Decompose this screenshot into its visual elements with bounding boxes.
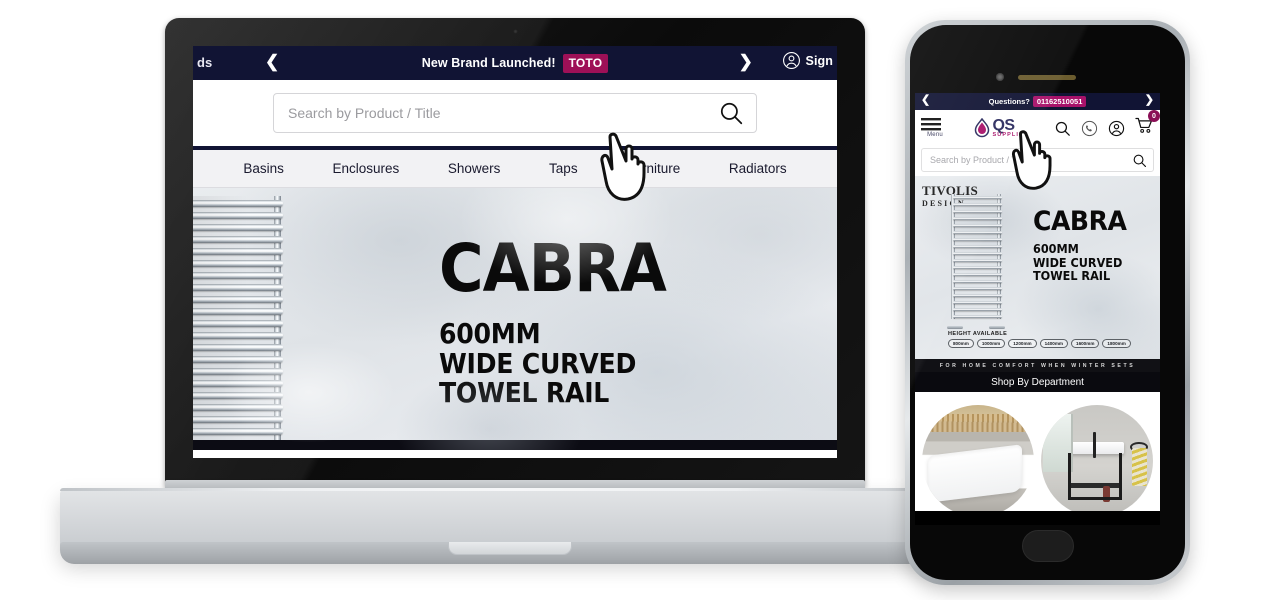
phone-body: ❮ Questions? 01162510051 ❯ Menu QS SUPPL…: [910, 25, 1185, 580]
towel-rail-product-image: [193, 196, 285, 447]
height-available-label: HEIGHT AVAILABLE: [948, 331, 1008, 337]
hand-pointer-cursor: [1010, 129, 1064, 200]
mobile-towel-rail-product-image: [947, 194, 1005, 329]
phone-device: ❮ Questions? 01162510051 ❯ Menu QS SUPPL…: [905, 20, 1190, 585]
hero-bottom-bar: [193, 440, 837, 450]
height-available-block: HEIGHT AVAILABLE 800mm 1000mm 1200mm 140…: [948, 331, 1131, 348]
desktop-main-nav: Basins Enclosures Showers Taps Furniture…: [193, 150, 837, 188]
hero-sub-line-1: 600MM: [439, 317, 541, 350]
mobile-menu-button[interactable]: Menu: [921, 118, 949, 138]
desktop-hero-banner[interactable]: CABRA 600MM WIDE CURVED TOWEL RAIL: [193, 188, 837, 450]
hamburger-menu-icon: [921, 118, 941, 131]
sign-in-label: Sign: [805, 53, 833, 68]
height-pill: 1800mm: [1102, 339, 1131, 348]
height-pill: 800mm: [948, 339, 974, 348]
mobile-promo-prev-arrow-icon[interactable]: ❮: [921, 95, 930, 106]
desktop-promo-bar: ds ❮ New Brand Launched! TOTO ❯ Sign: [193, 46, 837, 80]
hero-sub-line-3: TOWEL RAIL: [439, 376, 610, 410]
mobile-hero-sub-line-1: 600MM: [1033, 241, 1079, 256]
hero-tagline-strip: FOR HOME COMFORT WHEN WINTER SETS: [915, 359, 1160, 372]
nav-item-showers[interactable]: Showers: [448, 161, 501, 176]
promo-prev-arrow-icon[interactable]: ❮: [265, 53, 279, 70]
hero-title: CABRA: [439, 230, 667, 307]
mobile-hero-title: CABRA: [1033, 206, 1127, 237]
hero-text-block: CABRA 600MM WIDE CURVED TOWEL RAIL: [439, 236, 686, 408]
nav-item-radiators[interactable]: Radiators: [729, 161, 787, 176]
laptop-device: ds ❮ New Brand Launched! TOTO ❯ Sign Sea…: [60, 18, 960, 578]
search-icon[interactable]: [1132, 153, 1147, 168]
mobile-hero-sub-line-3: TOWEL RAIL: [1033, 268, 1111, 283]
mobile-menu-label: Menu: [927, 132, 943, 138]
department-card-washstand[interactable]: [1041, 399, 1155, 525]
mobile-promo-next-arrow-icon[interactable]: ❯: [1145, 95, 1154, 106]
screenshot-stage: ds ❮ New Brand Launched! TOTO ❯ Sign Sea…: [0, 0, 1280, 600]
account-sign-in[interactable]: Sign: [782, 51, 833, 70]
search-input[interactable]: Search by Product / Title: [273, 93, 757, 133]
webcam-icon: [512, 29, 518, 34]
hero-subtitle: 600MM WIDE CURVED TOWEL RAIL: [439, 319, 661, 408]
mobile-hero-text-block: CABRA 600MM WIDE CURVED TOWEL RAIL: [1033, 208, 1133, 283]
shop-by-department-heading: Shop By Department: [915, 372, 1160, 392]
bathtub-photo: [921, 405, 1034, 517]
qs-droplet-logo-icon: [975, 118, 990, 138]
department-card-grid: [915, 392, 1160, 525]
search-icon[interactable]: [718, 100, 744, 126]
mobile-header-icons: 0: [1054, 110, 1160, 139]
department-card-bathtub[interactable]: [921, 399, 1035, 525]
mobile-questions-label: Questions?: [988, 97, 1030, 106]
promo-brand-badge[interactable]: TOTO: [562, 53, 609, 73]
washstand-vanity-photo: [1041, 405, 1154, 517]
mobile-hero-banner[interactable]: TIVOLIS DESIGN CABRA 600MM WIDE CURVED T…: [915, 176, 1160, 372]
mobile-phone-number[interactable]: 01162510051: [1032, 96, 1087, 107]
desktop-search-row: Search by Product / Title: [193, 80, 837, 146]
phone-screen: ❮ Questions? 01162510051 ❯ Menu QS SUPPL…: [915, 93, 1160, 525]
mobile-promo-bar: ❮ Questions? 01162510051 ❯: [915, 93, 1160, 110]
height-pill: 1000mm: [976, 339, 1006, 348]
promo-message: New Brand Launched!: [421, 56, 556, 70]
user-circle-icon: [782, 52, 800, 69]
laptop-lid: ds ❮ New Brand Launched! TOTO ❯ Sign Sea…: [165, 18, 865, 488]
user-circle-icon[interactable]: [1108, 120, 1125, 137]
nav-item-taps[interactable]: Taps: [549, 161, 578, 176]
front-camera-icon: [996, 73, 1004, 81]
search-placeholder-text: Search by Product / Title: [288, 105, 441, 121]
hand-pointer-cursor: [598, 131, 660, 212]
mobile-cart-button[interactable]: 0: [1135, 110, 1160, 139]
phone-icon[interactable]: [1081, 120, 1098, 137]
laptop-open-notch: [448, 542, 572, 555]
mobile-hero-subtitle: 600MM WIDE CURVED TOWEL RAIL: [1033, 242, 1123, 283]
laptop-screen: ds ❮ New Brand Launched! TOTO ❯ Sign Sea…: [193, 46, 837, 458]
promo-left-cut-text: ds: [197, 55, 213, 70]
rail-shadow: [193, 196, 285, 444]
height-pill: 1600mm: [1071, 339, 1100, 348]
cart-count-badge: 0: [1147, 110, 1160, 122]
mobile-hero-sub-line-2: WIDE CURVED: [1033, 254, 1123, 270]
height-pill-row: 800mm 1000mm 1200mm 1400mm 1600mm 1800mm: [948, 339, 1131, 348]
hero-sub-line-2: WIDE CURVED: [439, 346, 637, 380]
nav-item-enclosures[interactable]: Enclosures: [332, 161, 399, 176]
promo-next-arrow-icon[interactable]: ❯: [739, 53, 753, 70]
earpiece-speaker: [1018, 75, 1076, 80]
height-pill: 1400mm: [1039, 339, 1069, 348]
height-pill: 1200mm: [1008, 339, 1037, 348]
nav-item-basins[interactable]: Basins: [243, 161, 284, 176]
home-button[interactable]: [1021, 530, 1074, 562]
